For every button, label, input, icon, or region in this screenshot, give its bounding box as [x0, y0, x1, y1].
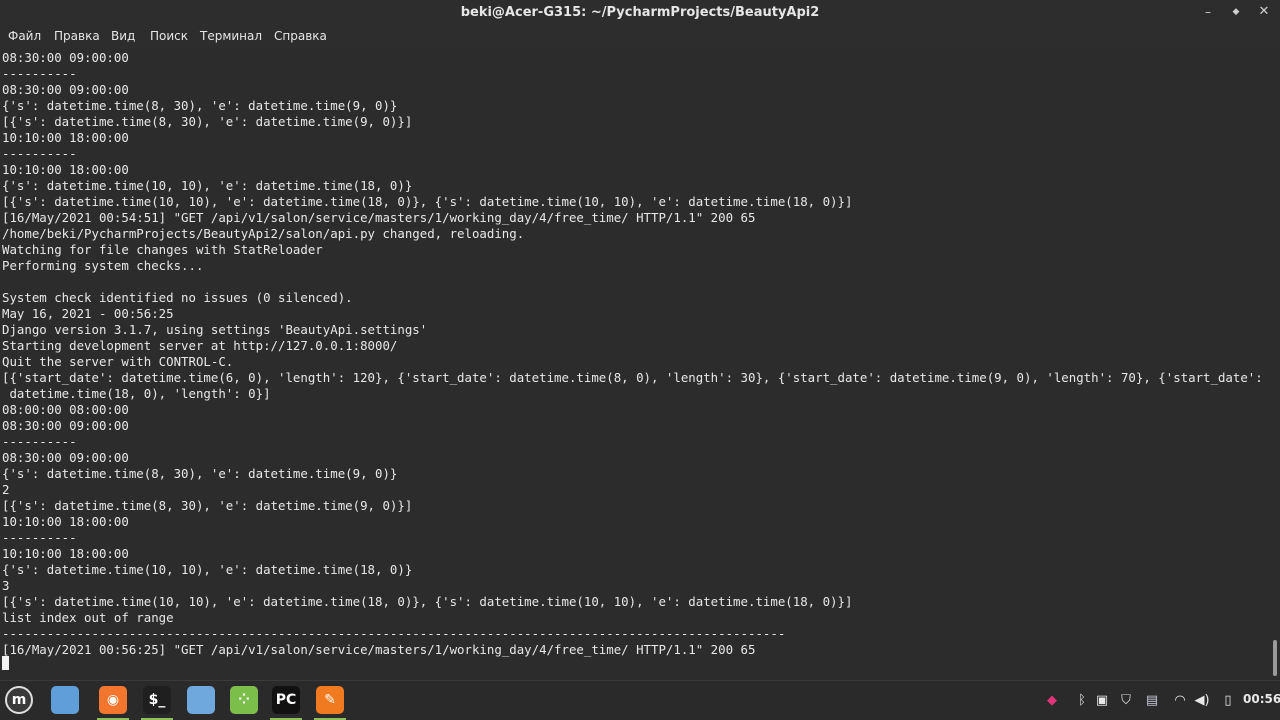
terminal-line: Watching for file changes with StatReloa…	[2, 242, 323, 257]
terminal-line: 08:00:00 08:00:00	[2, 402, 129, 417]
window-title: beki@Acer-G315: ~/PycharmProjects/Beauty…	[460, 5, 820, 20]
menu-icon: m	[5, 686, 33, 714]
terminal-line: [16/May/2021 00:56:25] "GET /api/v1/salo…	[2, 642, 756, 657]
terminal-icon: $_	[143, 686, 171, 714]
terminal-line: ----------------------------------------…	[2, 626, 786, 641]
menu-edit[interactable]: Правка	[54, 29, 100, 43]
clock[interactable]: 00:56	[1243, 692, 1280, 706]
terminal-line: ----------	[2, 530, 77, 545]
terminal-line: Performing system checks...	[2, 258, 204, 273]
battery-icon[interactable]: ▯	[1218, 690, 1238, 710]
files-launcher[interactable]	[46, 684, 84, 720]
pycharm-icon: PC	[272, 686, 300, 714]
terminal-line: 08:30:00 09:00:00	[2, 418, 129, 433]
menu-view[interactable]: Вид	[111, 29, 135, 43]
title-bar: beki@Acer-G315: ~/PycharmProjects/Beauty…	[0, 0, 1280, 26]
terminal-line: [{'s': datetime.time(8, 30), 'e': dateti…	[2, 114, 413, 129]
terminal-line: ----------	[2, 66, 77, 81]
apps-grid-launcher[interactable]: ⁘	[225, 684, 263, 720]
terminal-launcher[interactable]: $_	[138, 684, 176, 720]
terminal-line: [16/May/2021 00:54:51] "GET /api/v1/salo…	[2, 210, 756, 225]
maximize-icon[interactable]: ◆	[1227, 3, 1245, 21]
terminal-line: {'s': datetime.time(8, 30), 'e': datetim…	[2, 98, 398, 113]
terminal-line: [{'start_date': datetime.time(6, 0), 'le…	[2, 370, 1263, 385]
terminal-line: Quit the server with CONTROL-C.	[2, 354, 234, 369]
terminal-scrollbar[interactable]	[1270, 48, 1280, 680]
sublime-icon: ✎	[316, 686, 344, 714]
menu-search[interactable]: Поиск	[150, 29, 188, 43]
terminal-line: ----------	[2, 434, 77, 449]
menu-file[interactable]: Файл	[8, 29, 41, 43]
menu-terminal[interactable]: Терминал	[200, 29, 262, 43]
terminal-cursor	[2, 656, 9, 670]
menu-help[interactable]: Справка	[274, 29, 327, 43]
clipboard-icon[interactable]: ▣	[1092, 690, 1112, 710]
terminal-line: 10:10:00 18:00:00	[2, 514, 129, 529]
terminal-line: May 16, 2021 - 00:56:25	[2, 306, 174, 321]
firefox-icon: ◉	[99, 686, 127, 714]
pycharm-launcher[interactable]: PC	[267, 684, 305, 720]
files-icon	[51, 686, 79, 714]
minimize-icon[interactable]: –	[1199, 3, 1217, 21]
apps-grid-icon: ⁘	[230, 686, 258, 714]
app-tray-icon[interactable]: ◆	[1042, 690, 1062, 710]
menu-bar: Файл Правка Вид Поиск Терминал Справка	[0, 26, 1280, 48]
terminal-line: 2	[2, 482, 10, 497]
folder-icon	[187, 686, 215, 714]
sublime-launcher[interactable]: ✎	[311, 684, 349, 720]
terminal-line: [{'s': datetime.time(8, 30), 'e': dateti…	[2, 498, 413, 513]
volume-icon[interactable]: ◀)	[1192, 690, 1212, 710]
bluetooth-icon[interactable]: ᛒ	[1072, 690, 1092, 710]
wifi-icon[interactable]: ◠	[1170, 690, 1190, 710]
terminal-line: list index out of range	[2, 610, 174, 625]
firefox-launcher[interactable]: ◉	[94, 684, 132, 720]
scrollbar-thumb[interactable]	[1273, 640, 1277, 676]
terminal-line: [{'s': datetime.time(10, 10), 'e': datet…	[2, 194, 853, 209]
terminal-line: 3	[2, 578, 10, 593]
terminal-line: /home/beki/PycharmProjects/BeautyApi2/sa…	[2, 226, 525, 241]
shield-icon[interactable]: ⛉	[1116, 690, 1136, 710]
terminal-line: 08:30:00 09:00:00	[2, 50, 129, 65]
terminal-line: System check identified no issues (0 sil…	[2, 290, 353, 305]
terminal-line: 08:30:00 09:00:00	[2, 450, 129, 465]
folder-launcher[interactable]	[182, 684, 220, 720]
terminal-line: Starting development server at http://12…	[2, 338, 398, 353]
terminal-line: [{'s': datetime.time(10, 10), 'e': datet…	[2, 594, 853, 609]
terminal-line: {'s': datetime.time(8, 30), 'e': datetim…	[2, 466, 398, 481]
terminal-line: 10:10:00 18:00:00	[2, 546, 129, 561]
keyboard-layout-icon[interactable]: ▤	[1142, 690, 1162, 710]
taskbar: 00:56 m ◉ $_ ⁘ PC ✎ ◆ ᛒ ▣ ⛉ ▤ ◠ ◀) ▯	[0, 680, 1280, 720]
terminal-line: {'s': datetime.time(10, 10), 'e': dateti…	[2, 178, 413, 193]
terminal-line: 08:30:00 09:00:00	[2, 82, 129, 97]
terminal-line: {'s': datetime.time(10, 10), 'e': dateti…	[2, 562, 413, 577]
menu-launcher[interactable]: m	[0, 684, 38, 720]
terminal-line: 10:10:00 18:00:00	[2, 162, 129, 177]
close-icon[interactable]: ✕	[1255, 3, 1273, 21]
terminal-line: ----------	[2, 146, 77, 161]
terminal-output[interactable]: 08:30:00 09:00:00 ---------- 08:30:00 09:0…	[0, 48, 1270, 680]
terminal-line: 10:10:00 18:00:00	[2, 130, 129, 145]
terminal-line: Django version 3.1.7, using settings 'Be…	[2, 322, 428, 337]
terminal-line: datetime.time(18, 0), 'length': 0}]	[2, 386, 271, 401]
